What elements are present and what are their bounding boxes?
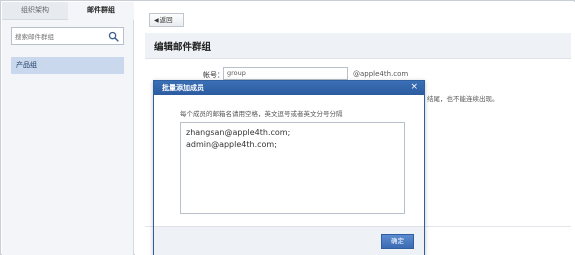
batch-add-members-dialog: 批量添加成员 × 每个成员的邮箱名请用空格，英文逗号或者英文分号分隔 zhang… <box>153 80 425 255</box>
sidebar: 组织架构 邮件群组 产品组 <box>2 2 134 255</box>
account-label: 帐号： <box>203 71 224 79</box>
members-textarea[interactable]: zhangsan@apple4th.com; admin@apple4th.co… <box>180 122 405 214</box>
dialog-header: 批量添加成员 × <box>154 81 424 95</box>
close-icon[interactable]: × <box>410 82 418 93</box>
dialog-footer: 确定 <box>154 226 424 255</box>
sidebar-tabs: 组织架构 邮件群组 <box>2 2 134 20</box>
account-input[interactable]: group <box>223 67 348 80</box>
member-entry: zhangsan@apple4th.com; <box>186 128 291 137</box>
tab-mail-groups[interactable]: 邮件群组 <box>68 2 134 20</box>
dialog-instruction: 每个成员的邮箱名请用空格，英文逗号或者英文分号分隔 <box>180 110 343 118</box>
app-window: 组织架构 邮件群组 产品组 ◀返回 编辑邮件群组 帐号： group @appl… <box>0 0 575 255</box>
tab-org-structure[interactable]: 组织架构 <box>2 2 68 20</box>
confirm-button[interactable]: 确定 <box>381 234 414 249</box>
search-icon[interactable] <box>108 31 119 42</box>
sidebar-item-product-group[interactable]: 产品组 <box>11 57 124 74</box>
group-search-box[interactable] <box>11 27 124 45</box>
member-entry: admin@apple4th.com; <box>186 140 277 149</box>
account-hint: 结尾，也不能连续出现。 <box>427 95 499 103</box>
account-domain-suffix: @apple4th.com <box>353 70 409 78</box>
page-title-bar: 编辑邮件群组 <box>145 33 571 59</box>
group-search-input[interactable] <box>15 31 107 42</box>
page-title: 编辑邮件群组 <box>154 42 212 53</box>
dialog-title: 批量添加成员 <box>162 84 204 92</box>
back-button-label: 返回 <box>159 16 173 24</box>
back-arrow-icon: ◀ <box>154 17 159 24</box>
back-button[interactable]: ◀返回 <box>149 13 184 27</box>
